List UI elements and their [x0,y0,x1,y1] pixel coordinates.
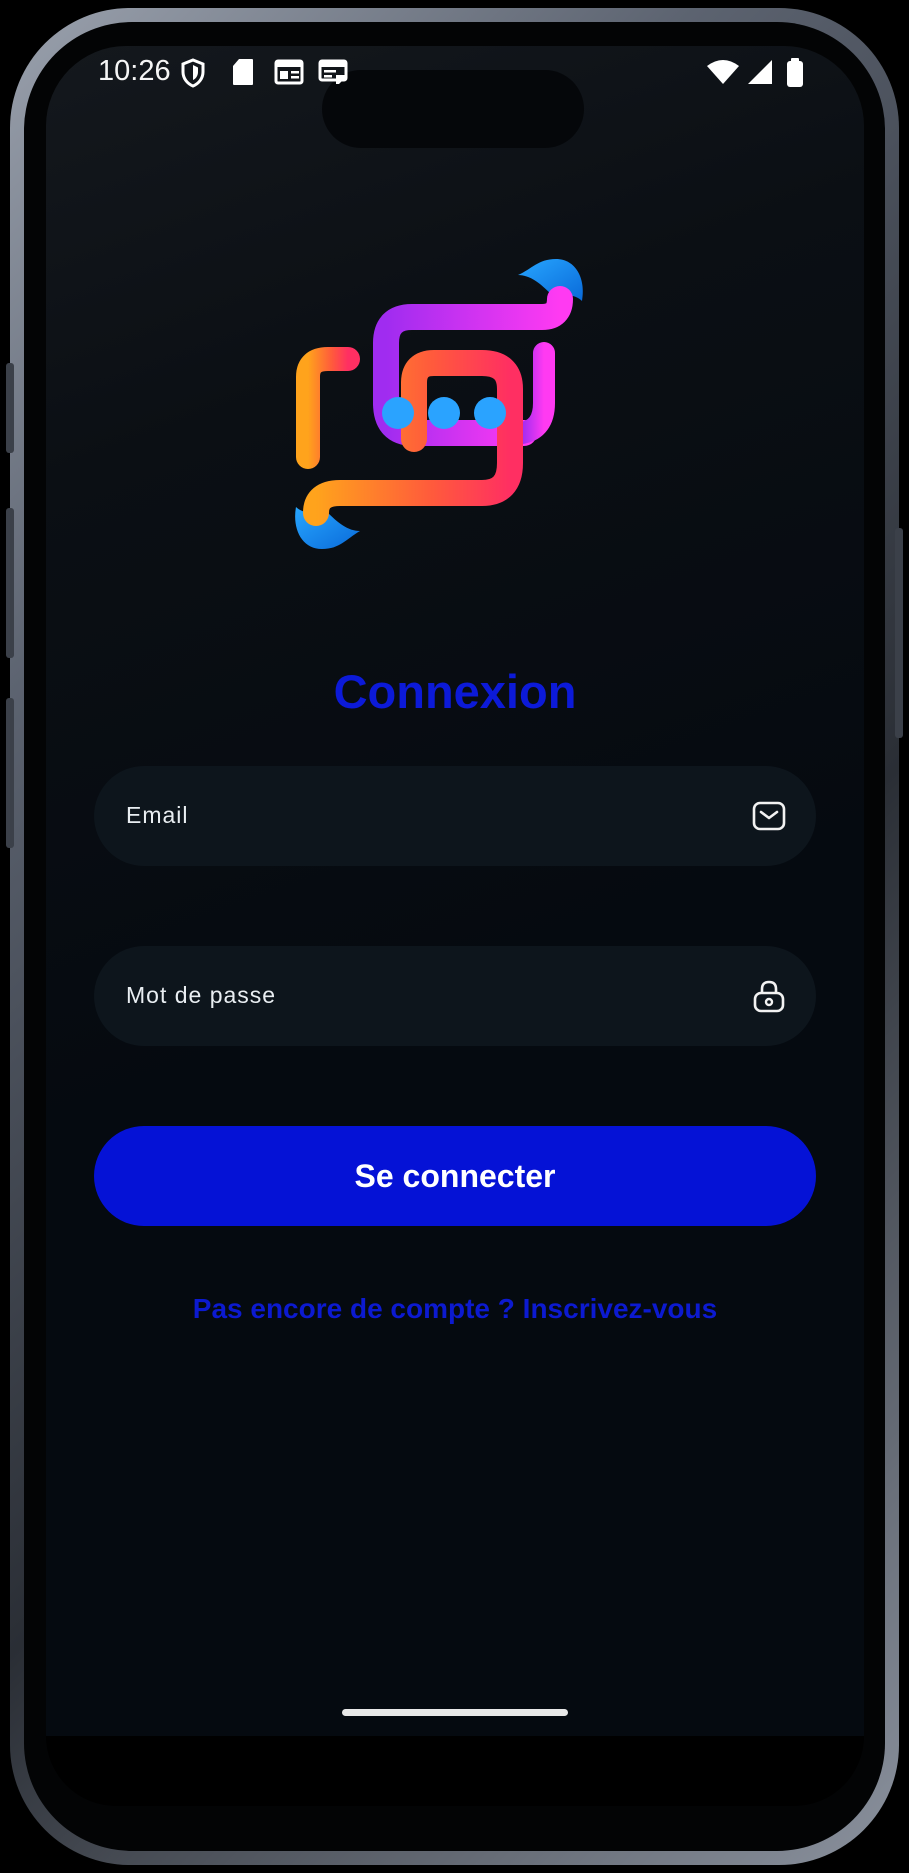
phone-side-button [6,508,14,658]
shield-icon [181,58,205,88]
battery-icon [787,58,803,87]
news-icon [274,59,304,85]
screen-bottom-edge [46,1736,864,1806]
phone-side-button [895,528,903,738]
app-logo [295,259,583,549]
page-title: Connexion [333,665,577,718]
login-button[interactable]: Se connecter [94,1126,816,1226]
home-indicator[interactable] [342,1709,568,1716]
phone-side-button [6,698,14,848]
email-field[interactable]: Email [94,766,816,866]
signal-icon [748,60,772,84]
phone-side-button [6,363,14,453]
password-placeholder: Mot de passe [126,982,277,1008]
signup-link[interactable]: Pas encore de compte ? Inscrivez-vous [46,1293,864,1325]
email-placeholder: Email [126,802,189,828]
wifi-icon [707,60,739,84]
status-time: 10:26 [98,55,171,87]
password-field[interactable]: Mot de passe [94,946,816,1046]
sd-card-icon [233,59,253,85]
lock-icon [753,980,785,1013]
app-screen: 10:26 Connexion Email Mot de passe Se co… [46,46,864,1736]
news-icon-2 [318,59,348,84]
status-bar: 10:26 [46,46,864,136]
mail-icon [752,801,786,831]
